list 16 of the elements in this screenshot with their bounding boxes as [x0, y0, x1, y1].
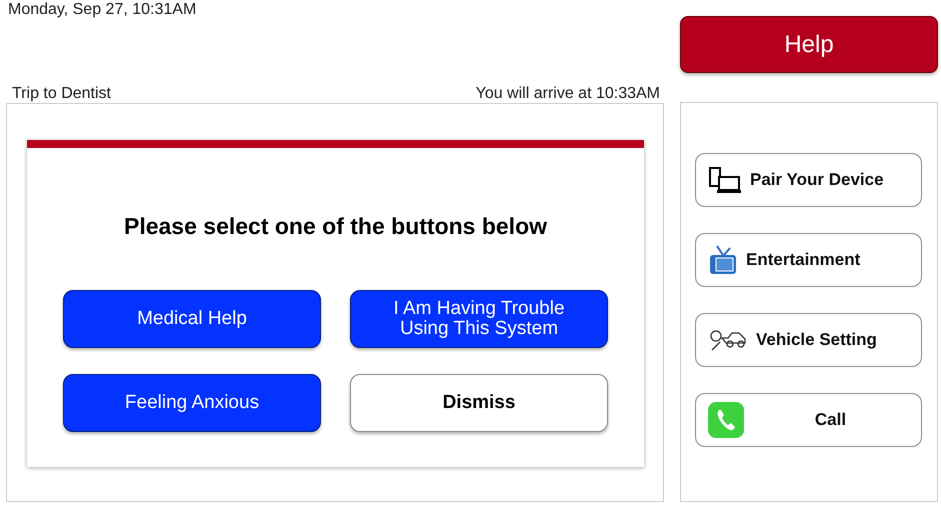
menu-button[interactable]: Pair Your Device — [695, 153, 922, 207]
option-button[interactable]: Dismiss — [350, 374, 608, 432]
menu-button[interactable]: Vehicle Setting — [695, 313, 922, 367]
option-button[interactable]: I Am Having Trouble Using This System — [350, 290, 608, 348]
date-time: Monday, Sep 27, 10:31AM — [7, 0, 198, 20]
phone-icon — [708, 402, 744, 438]
option-button[interactable]: Feeling Anxious — [63, 374, 321, 432]
devices-icon — [708, 166, 742, 194]
option-button[interactable]: Medical Help — [63, 290, 321, 348]
tv-icon — [708, 244, 738, 276]
help-button[interactable]: Help — [680, 16, 938, 73]
trip-title: Trip to Dentist — [12, 85, 111, 103]
dialog-prompt: Please select one of the buttons below — [124, 213, 548, 240]
menu-button[interactable]: Entertainment — [695, 233, 922, 287]
menu-button[interactable]: Call — [695, 393, 922, 447]
arrival-time: You will arrive at 10:33AM — [476, 85, 660, 103]
